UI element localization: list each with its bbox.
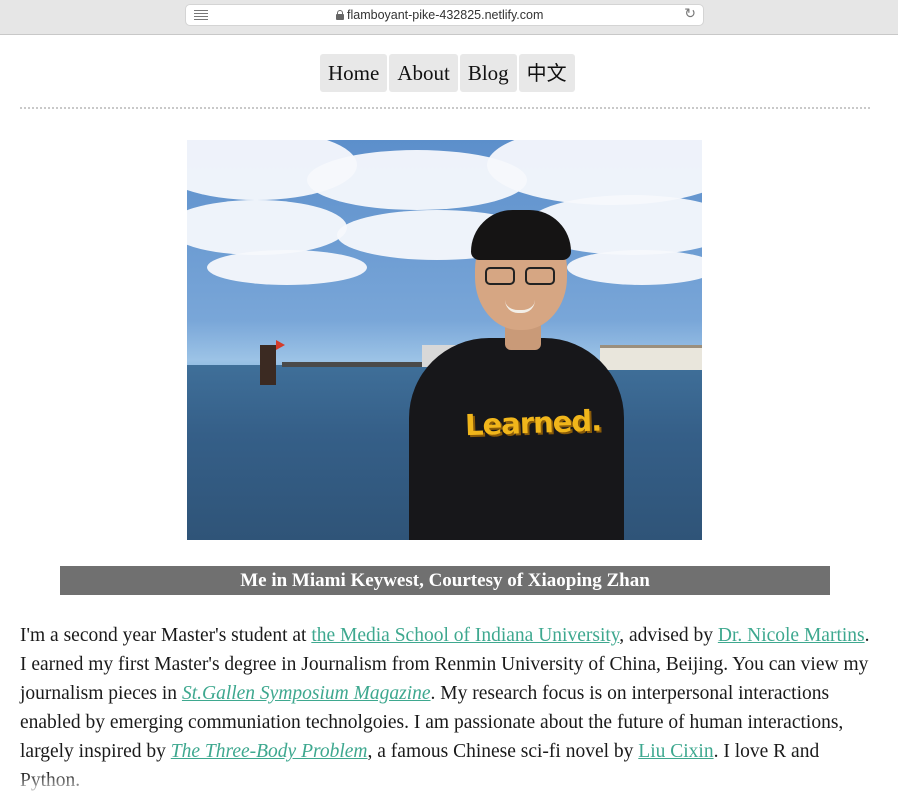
link-magazine[interactable]: St.Gallen Symposium Magazine [182,683,431,704]
link-media-school[interactable]: the Media School of Indiana University [311,625,619,646]
channel-marker [260,345,276,385]
link-three-body-problem[interactable]: The Three-Body Problem [171,741,368,762]
marker-flag [276,340,285,350]
shirt-print: Learned. [464,403,602,443]
warehouse [600,348,702,370]
link-liu-cixin[interactable]: Liu Cixin [638,741,713,762]
bio-paragraph: I'm a second year Master's student at th… [20,621,880,795]
glasses [485,267,561,287]
browser-toolbar: flamboyant-pike-432825.netlify.com ↻ [0,0,898,35]
bio-text: , advised by [619,625,718,646]
reader-view-icon[interactable] [194,10,208,20]
nav-home[interactable]: Home [320,54,388,92]
bio-text: I'm a second year Master's student at [20,625,312,646]
nav-divider [20,107,870,109]
bottom-fade [0,772,898,794]
photo-caption: Me in Miami Keywest, Courtesy of Xiaopin… [60,566,830,595]
nav-chinese[interactable]: 中文 [518,54,575,92]
profile-photo: Learned. [187,140,702,540]
nav-about[interactable]: About [389,54,458,92]
url-text[interactable]: flamboyant-pike-432825.netlify.com [347,8,543,22]
link-advisor[interactable]: Dr. Nicole Martins [718,625,865,646]
bio-text: , a famous Chinese sci-fi novel by [367,741,639,762]
address-bar[interactable]: flamboyant-pike-432825.netlify.com ↻ [185,4,704,26]
site-nav: Home About Blog 中文 [320,54,575,92]
reload-icon[interactable]: ↻ [684,6,696,22]
nav-blog[interactable]: Blog [459,54,517,92]
pier [282,362,442,367]
lock-icon [336,10,344,20]
